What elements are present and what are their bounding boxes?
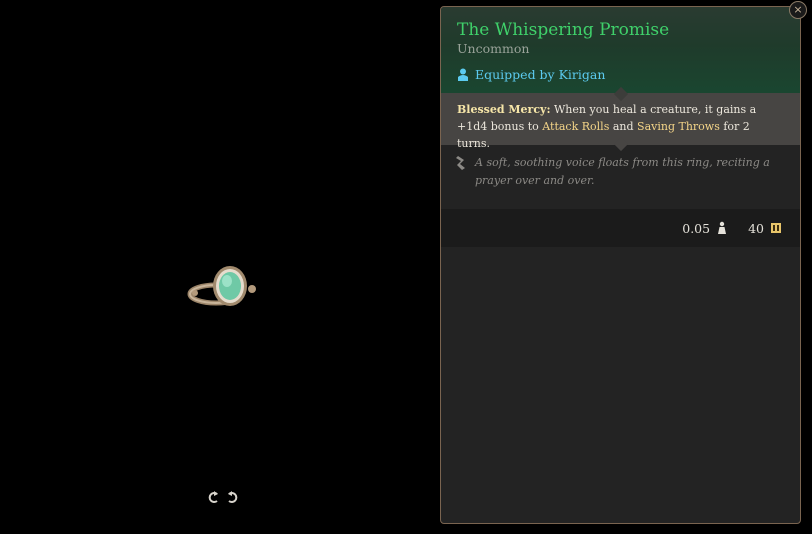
effect-name: Blessed Mercy: bbox=[457, 103, 551, 116]
gold-coin-icon bbox=[771, 223, 781, 233]
weight-value: 0.05 bbox=[682, 220, 711, 236]
rotate-controls bbox=[208, 490, 240, 506]
passive-effect: Blessed Mercy: When you heal a creature,… bbox=[441, 86, 800, 152]
ring-image bbox=[187, 266, 256, 306]
item-rarity: Uncommon bbox=[457, 41, 530, 56]
item-tooltip-panel: The Whispering Promise Uncommon Equipped… bbox=[440, 6, 801, 524]
close-icon[interactable]: × bbox=[789, 1, 807, 19]
rotate-right-icon[interactable] bbox=[226, 490, 238, 504]
quill-icon bbox=[456, 156, 465, 170]
tooltip-header: The Whispering Promise Uncommon Equipped… bbox=[441, 7, 800, 93]
item-preview bbox=[0, 0, 440, 534]
keyword-saving-throws[interactable]: Saving Throws bbox=[637, 120, 720, 133]
gold-value: 40 bbox=[748, 220, 764, 236]
weight-icon bbox=[718, 221, 727, 234]
equipped-by-label: Equipped by Kirigan bbox=[475, 67, 606, 82]
rotate-left-icon[interactable] bbox=[208, 490, 220, 504]
item-name: The Whispering Promise bbox=[457, 20, 670, 40]
character-icon bbox=[458, 68, 468, 81]
flavor-text: A soft, soothing voice floats from this … bbox=[475, 156, 770, 187]
flavor-text-section: A soft, soothing voice floats from this … bbox=[441, 145, 800, 209]
effect-text: and bbox=[609, 120, 638, 133]
equipped-status: Equipped by Kirigan bbox=[457, 67, 784, 82]
keyword-attack-rolls[interactable]: Attack Rolls bbox=[542, 120, 609, 133]
item-stats: 0.05 40 bbox=[441, 209, 800, 247]
